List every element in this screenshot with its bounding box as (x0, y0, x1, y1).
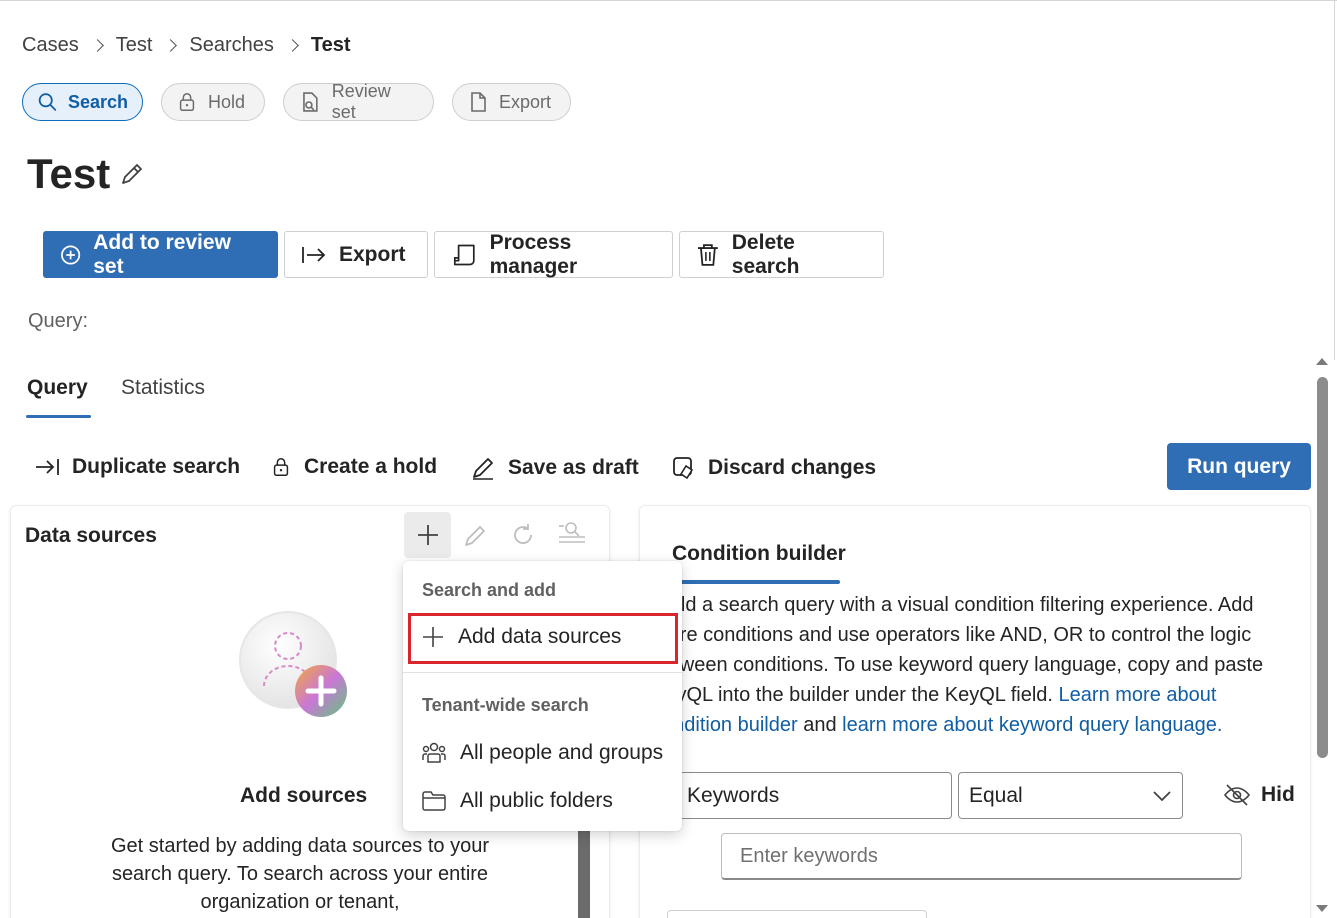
create-hold-button[interactable]: Create a hold (270, 455, 437, 479)
menu-item-all-people-groups-label: All people and groups (460, 741, 664, 764)
add-sources-description: Get started by adding data sources to yo… (111, 835, 489, 913)
right-border (1334, 0, 1335, 360)
tab-query-underline (26, 415, 91, 418)
chevron-right-icon (286, 39, 299, 52)
duplicate-search-label: Duplicate search (72, 455, 241, 478)
hold-pill[interactable]: Hold (161, 83, 265, 121)
document-icon (471, 92, 486, 112)
pencil-icon (465, 526, 485, 546)
export-pill[interactable]: Export (452, 83, 571, 121)
menu-item-all-people-groups[interactable]: All people and groups (421, 740, 663, 766)
discard-changes-button[interactable]: Discard changes (672, 455, 876, 481)
filter-search-button[interactable] (557, 520, 587, 551)
add-to-review-set-label: Add to review set (93, 230, 231, 278)
page-scrollbar-thumb[interactable] (1317, 377, 1328, 758)
eye-off-icon (1224, 784, 1250, 806)
discard-icon (673, 457, 694, 480)
process-manager-label: Process manager (489, 230, 578, 278)
create-hold-label: Create a hold (304, 455, 438, 478)
search-pill-label: Search (67, 91, 128, 112)
export-label: Export (339, 242, 406, 266)
keywords-field[interactable]: Keywords (660, 772, 952, 819)
list-search-icon (559, 522, 585, 543)
delete-search-label: Delete search (731, 230, 800, 278)
process-icon (453, 244, 475, 265)
review-set-pill[interactable]: Review set (283, 81, 434, 122)
trash-icon (697, 243, 718, 266)
add-sources-title: Add sources (240, 784, 368, 807)
breadcrumb-test[interactable]: Test (116, 34, 153, 57)
condition-builder-description: Build a search query with a visual condi… (682, 590, 1309, 740)
add-to-review-set-button[interactable]: Add to review set (43, 231, 278, 278)
left-panel-scrollbar[interactable] (578, 830, 590, 918)
export-pill-label: Export (499, 91, 552, 112)
data-sources-title: Data sources (25, 524, 157, 547)
people-group-icon (422, 742, 446, 763)
plus-icon (417, 525, 438, 545)
scroll-down-arrow-icon[interactable] (1316, 905, 1328, 912)
process-manager-button[interactable]: Process manager (434, 231, 673, 278)
lock-icon (273, 458, 289, 476)
add-data-source-button[interactable] (404, 512, 451, 558)
hide-button[interactable]: Hide (1223, 783, 1295, 807)
menu-header-search-add: Search and add (422, 580, 557, 600)
tab-statistics[interactable]: Statistics (121, 376, 205, 400)
chevron-down-icon (1153, 790, 1171, 801)
breadcrumb-searches[interactable]: Searches (189, 34, 274, 57)
hide-label: Hide (1261, 783, 1295, 806)
operator-select-value: Equal (969, 783, 1023, 807)
condition-builder-title: Condition builder (672, 542, 846, 565)
save-as-draft-button[interactable]: Save as draft (470, 455, 639, 481)
search-icon (38, 93, 57, 111)
add-circle-icon (61, 244, 81, 265)
top-border (0, 0, 1337, 1)
delete-search-button[interactable]: Delete search (679, 231, 884, 278)
edit-title-button[interactable] (118, 160, 146, 193)
add-data-sources-menu: Search and add Add data sources Tenant-w… (403, 561, 682, 831)
add-sources-illustration (238, 608, 350, 725)
and-text: and (797, 714, 843, 736)
discard-changes-label: Discard changes (708, 456, 877, 479)
save-as-draft-label: Save as draft (508, 456, 639, 479)
refresh-icon (514, 524, 532, 544)
duplicate-search-button[interactable]: Duplicate search (34, 455, 240, 479)
arrow-right-bar-icon (36, 459, 59, 475)
add-person-illustration-icon (239, 611, 347, 717)
highlight-annotation-box (408, 613, 678, 664)
chevron-right-icon (90, 39, 104, 52)
pencil-icon (122, 164, 142, 184)
refresh-button[interactable] (510, 522, 536, 553)
keywords-field-value: Keywords (687, 783, 780, 807)
review-set-pill-label: Review set (331, 81, 391, 122)
hold-pill-label: Hold (208, 91, 246, 112)
breadcrumb-current: Test (310, 34, 351, 56)
lock-icon (179, 93, 195, 111)
breadcrumb: Cases Test Searches Test (22, 34, 351, 57)
edit-source-button[interactable] (462, 521, 488, 554)
breadcrumb-cases[interactable]: Cases (22, 34, 79, 57)
condition-builder-underline (674, 580, 840, 584)
page-title: Test (27, 150, 111, 197)
learn-keyql-link[interactable]: learn more about keyword query language. (842, 714, 1222, 736)
document-search-icon (303, 92, 318, 112)
run-query-button[interactable]: Run query (1167, 443, 1311, 490)
menu-header-tenant: Tenant-wide search (422, 695, 589, 715)
pencil-draft-icon (473, 458, 493, 480)
operator-select[interactable]: Equal (958, 772, 1183, 819)
chevron-right-icon (164, 39, 178, 52)
export-button[interactable]: Export (284, 231, 428, 278)
search-pill[interactable]: Search (22, 83, 143, 121)
tab-query[interactable]: Query (27, 376, 88, 400)
folder-icon (422, 791, 446, 811)
menu-divider (403, 672, 682, 673)
enter-keywords-input[interactable]: Enter keywords (721, 833, 1242, 880)
query-label: Query: (28, 310, 89, 332)
scroll-up-arrow-icon[interactable] (1316, 358, 1328, 365)
menu-item-all-public-folders[interactable]: All public folders (421, 789, 613, 813)
next-field-stub[interactable] (667, 910, 927, 918)
menu-item-all-public-folders-label: All public folders (460, 789, 613, 812)
arrow-export-icon (302, 246, 326, 263)
